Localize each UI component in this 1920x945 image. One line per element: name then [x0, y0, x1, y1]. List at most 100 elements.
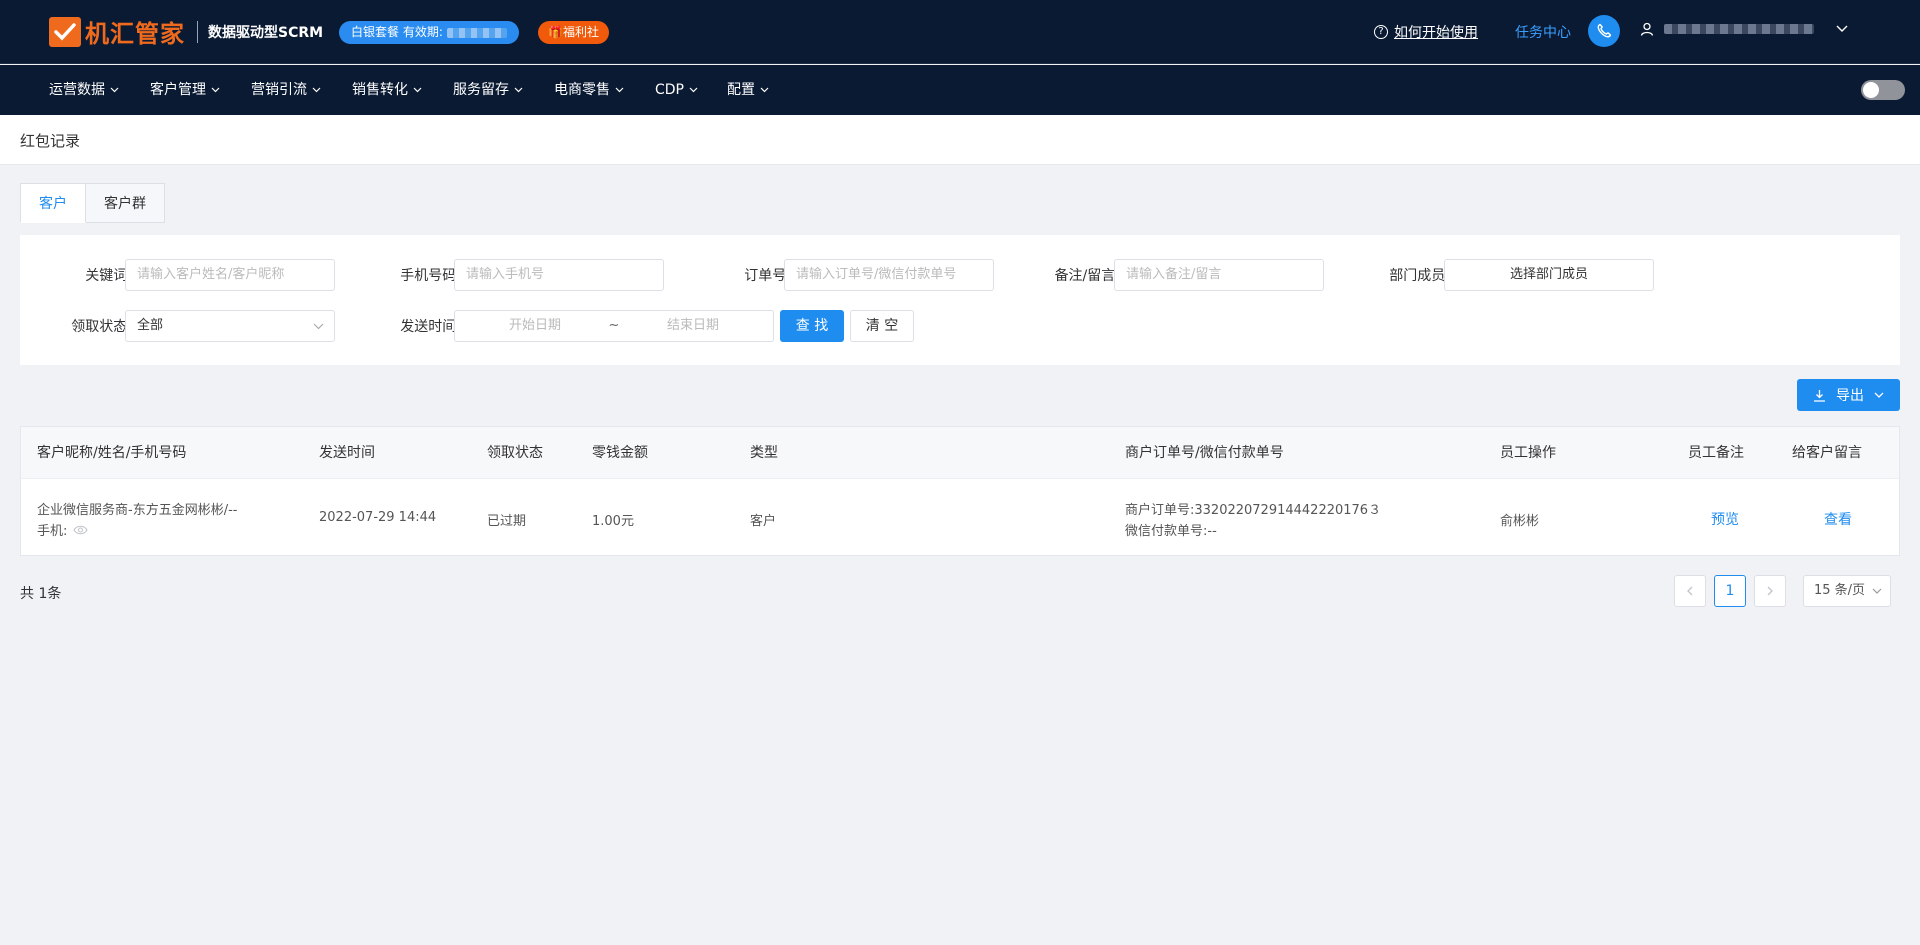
send-time-cell: 2022-07-29 14:44 — [319, 510, 437, 525]
staff-cell: 俞彬彬 — [1500, 514, 1540, 529]
col-staff-remark: 员工备注 — [1688, 445, 1744, 461]
chevron-down-icon — [689, 87, 698, 93]
chevron-down-icon — [514, 87, 523, 93]
plan-badge-label: 白银套餐 有效期: — [351, 25, 443, 39]
table-header: 客户昵称/姓名/手机号码 发送时间 领取状态 零钱金额 类型 商户订单号/微信付… — [21, 427, 1899, 479]
theme-toggle[interactable] — [1861, 80, 1905, 100]
filter-panel: 关键词: 请输入客户姓名/客户昵称 手机号码: 请输入手机号 订单号: 请输入订… — [20, 235, 1900, 365]
user-menu[interactable] — [1640, 22, 1848, 36]
nav-item-ecommerce[interactable]: 电商零售 — [554, 65, 624, 115]
nav-item-label: 服务留存 — [453, 82, 509, 98]
col-status: 领取状态 — [487, 445, 543, 461]
order-input[interactable]: 请输入订单号/微信付款单号 — [784, 259, 994, 291]
page-title: 红包记录 — [20, 132, 81, 150]
tab-customer-group[interactable]: 客户群 — [86, 183, 165, 223]
send-time-range-picker[interactable]: 开始日期 ~ 结束日期 — [454, 310, 774, 342]
brand-logo[interactable]: 机汇管家 数据驱动型SCRM — [49, 14, 323, 49]
chevron-down-icon — [615, 87, 624, 93]
chevron-down-icon — [1836, 25, 1848, 32]
page-size-select[interactable]: 15 条/页 — [1803, 575, 1891, 607]
chevron-down-icon — [760, 87, 769, 93]
chevron-down-icon — [312, 87, 321, 93]
send-time-label: 发送时间: — [400, 319, 461, 335]
download-icon — [1814, 389, 1825, 402]
tab-customer[interactable]: 客户 — [20, 183, 86, 223]
next-page-button[interactable] — [1754, 575, 1786, 607]
dept-label: 部门成员: — [1389, 268, 1450, 284]
col-send-time: 发送时间 — [319, 445, 375, 461]
brand-name: 机汇管家 — [85, 20, 185, 48]
status-select[interactable]: 全部 — [125, 310, 335, 342]
range-separator: ~ — [608, 318, 620, 333]
record-tabs: 客户 客户群 — [20, 183, 165, 223]
remark-input[interactable]: 请输入备注/留言 — [1114, 259, 1324, 291]
view-message-link[interactable]: 查看 — [1824, 509, 1852, 529]
remark-label: 备注/留言: — [1054, 268, 1120, 284]
status-label: 领取状态: — [71, 319, 132, 335]
nav-item-retention[interactable]: 服务留存 — [453, 65, 523, 115]
preview-link[interactable]: 预览 — [1711, 509, 1739, 529]
col-staff-action: 员工操作 — [1500, 445, 1556, 461]
red-packet-table: 客户昵称/姓名/手机号码 发送时间 领取状态 零钱金额 类型 商户订单号/微信付… — [20, 426, 1900, 556]
gift-icon: 🎁 — [548, 25, 563, 39]
customer-phone: 手机: — [37, 520, 89, 539]
col-customer-message: 给客户留言 — [1792, 445, 1862, 461]
page-size-value: 15 条/页 — [1814, 583, 1866, 598]
col-amount: 零钱金额 — [592, 445, 648, 461]
task-center-link[interactable]: 任务中心 — [1515, 22, 1571, 42]
export-button[interactable]: 导出 — [1797, 379, 1900, 411]
wechat-order-cell: 微信付款单号:-- — [1125, 524, 1217, 539]
keyword-label: 关键词: — [85, 268, 132, 284]
page-title-bar: 红包记录 — [0, 115, 1920, 165]
nav-item-label: 运营数据 — [49, 82, 105, 98]
col-type: 类型 — [750, 445, 778, 461]
nav-item-config[interactable]: 配置 — [727, 65, 769, 115]
col-order-no: 商户订单号/微信付款单号 — [1125, 445, 1284, 461]
chevron-down-icon — [1874, 392, 1884, 398]
plan-badge[interactable]: 白银套餐 有效期: — [339, 21, 519, 44]
user-name-redacted — [1664, 24, 1814, 34]
chevron-down-icon — [211, 87, 220, 93]
chevron-down-icon — [1872, 588, 1882, 594]
nav-item-label: CDP — [655, 82, 684, 98]
select-dept-member-button[interactable]: 选择部门成员 — [1444, 259, 1654, 291]
nav-item-sales[interactable]: 销售转化 — [352, 65, 422, 115]
logo-divider — [197, 20, 198, 43]
page-number-button[interactable]: 1 — [1714, 575, 1746, 607]
prev-page-button[interactable] — [1674, 575, 1706, 607]
welfare-badge[interactable]: 🎁福利社 — [538, 21, 609, 44]
eye-icon[interactable] — [73, 525, 89, 535]
nav-item-customers[interactable]: 客户管理 — [150, 65, 220, 115]
end-date-input[interactable]: 结束日期 — [624, 311, 762, 341]
phone-button[interactable] — [1588, 15, 1620, 47]
phone-label: 手机号码: — [400, 268, 461, 284]
brand-subtitle: 数据驱动型SCRM — [208, 24, 324, 41]
clear-button[interactable]: 清 空 — [850, 310, 914, 342]
main-nav: 运营数据 客户管理 营销引流 销售转化 服务留存 电商零售 CDP 配置 — [0, 65, 1920, 115]
phone-input[interactable]: 请输入手机号 — [454, 259, 664, 291]
user-icon — [1640, 22, 1654, 36]
col-customer: 客户昵称/姓名/手机号码 — [37, 445, 187, 461]
plan-expiry-redacted — [446, 27, 507, 38]
nav-item-cdp[interactable]: CDP — [655, 65, 698, 115]
chevron-down-icon — [313, 323, 324, 330]
nav-item-label: 营销引流 — [251, 82, 307, 98]
type-cell: 客户 — [750, 514, 777, 529]
nav-item-operations[interactable]: 运营数据 — [49, 65, 119, 115]
keyword-input[interactable]: 请输入客户姓名/客户昵称 — [125, 259, 335, 291]
nav-item-label: 电商零售 — [554, 82, 610, 98]
help-link[interactable]: ? 如何开始使用 — [1374, 22, 1478, 42]
total-count: 共 1条 — [20, 586, 62, 602]
status-select-value: 全部 — [137, 318, 164, 333]
customer-phone-label: 手机: — [37, 524, 68, 539]
start-date-input[interactable]: 开始日期 — [466, 311, 604, 341]
nav-item-label: 配置 — [727, 82, 755, 98]
customer-name: 企业微信服务商-东方五金网彬彬/-- — [37, 503, 238, 518]
chevron-down-icon — [110, 87, 119, 93]
top-header: 机汇管家 数据驱动型SCRM 白银套餐 有效期: 🎁福利社 ? 如何开始使用 任… — [0, 0, 1920, 64]
nav-item-marketing[interactable]: 营销引流 — [251, 65, 321, 115]
export-button-label: 导出 — [1836, 388, 1864, 404]
welfare-badge-label: 福利社 — [562, 25, 599, 39]
chevron-left-icon — [1687, 586, 1693, 596]
search-button[interactable]: 查 找 — [780, 310, 844, 342]
